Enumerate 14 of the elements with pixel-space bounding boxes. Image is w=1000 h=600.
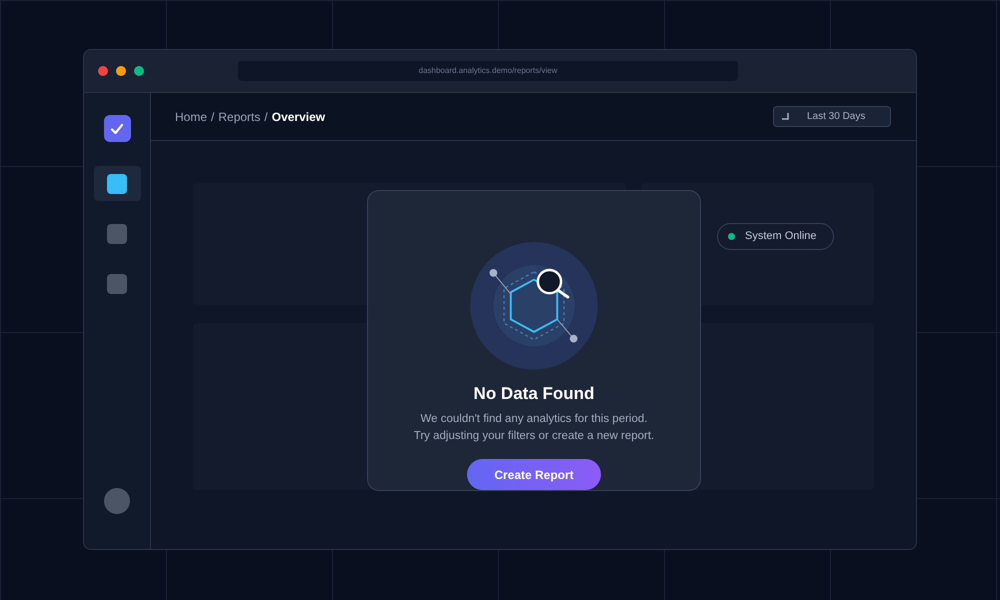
status-label: System Online (745, 229, 817, 244)
empty-state-title: No Data Found (474, 382, 594, 405)
sidebar-item[interactable] (94, 166, 140, 201)
app-logo-icon[interactable] (104, 115, 130, 142)
breadcrumb-separator: / (211, 108, 214, 126)
breadcrumb-link[interactable]: Home (175, 108, 208, 126)
breadcrumb-separator: / (264, 108, 268, 126)
breadcrumb-current: Overview (272, 108, 326, 126)
address-bar[interactable]: dashboard.analytics.demo/reports/view (238, 61, 738, 81)
date-range-button[interactable]: Last 30 Days (773, 106, 891, 127)
empty-state-message: Try adjusting your filters or create a new report. (414, 429, 654, 444)
breadcrumb-link[interactable]: Reports (218, 108, 260, 126)
create-report-button[interactable]: Create Report (467, 459, 601, 490)
empty-state-message: We couldn't find any analytics for this period. (420, 412, 648, 428)
